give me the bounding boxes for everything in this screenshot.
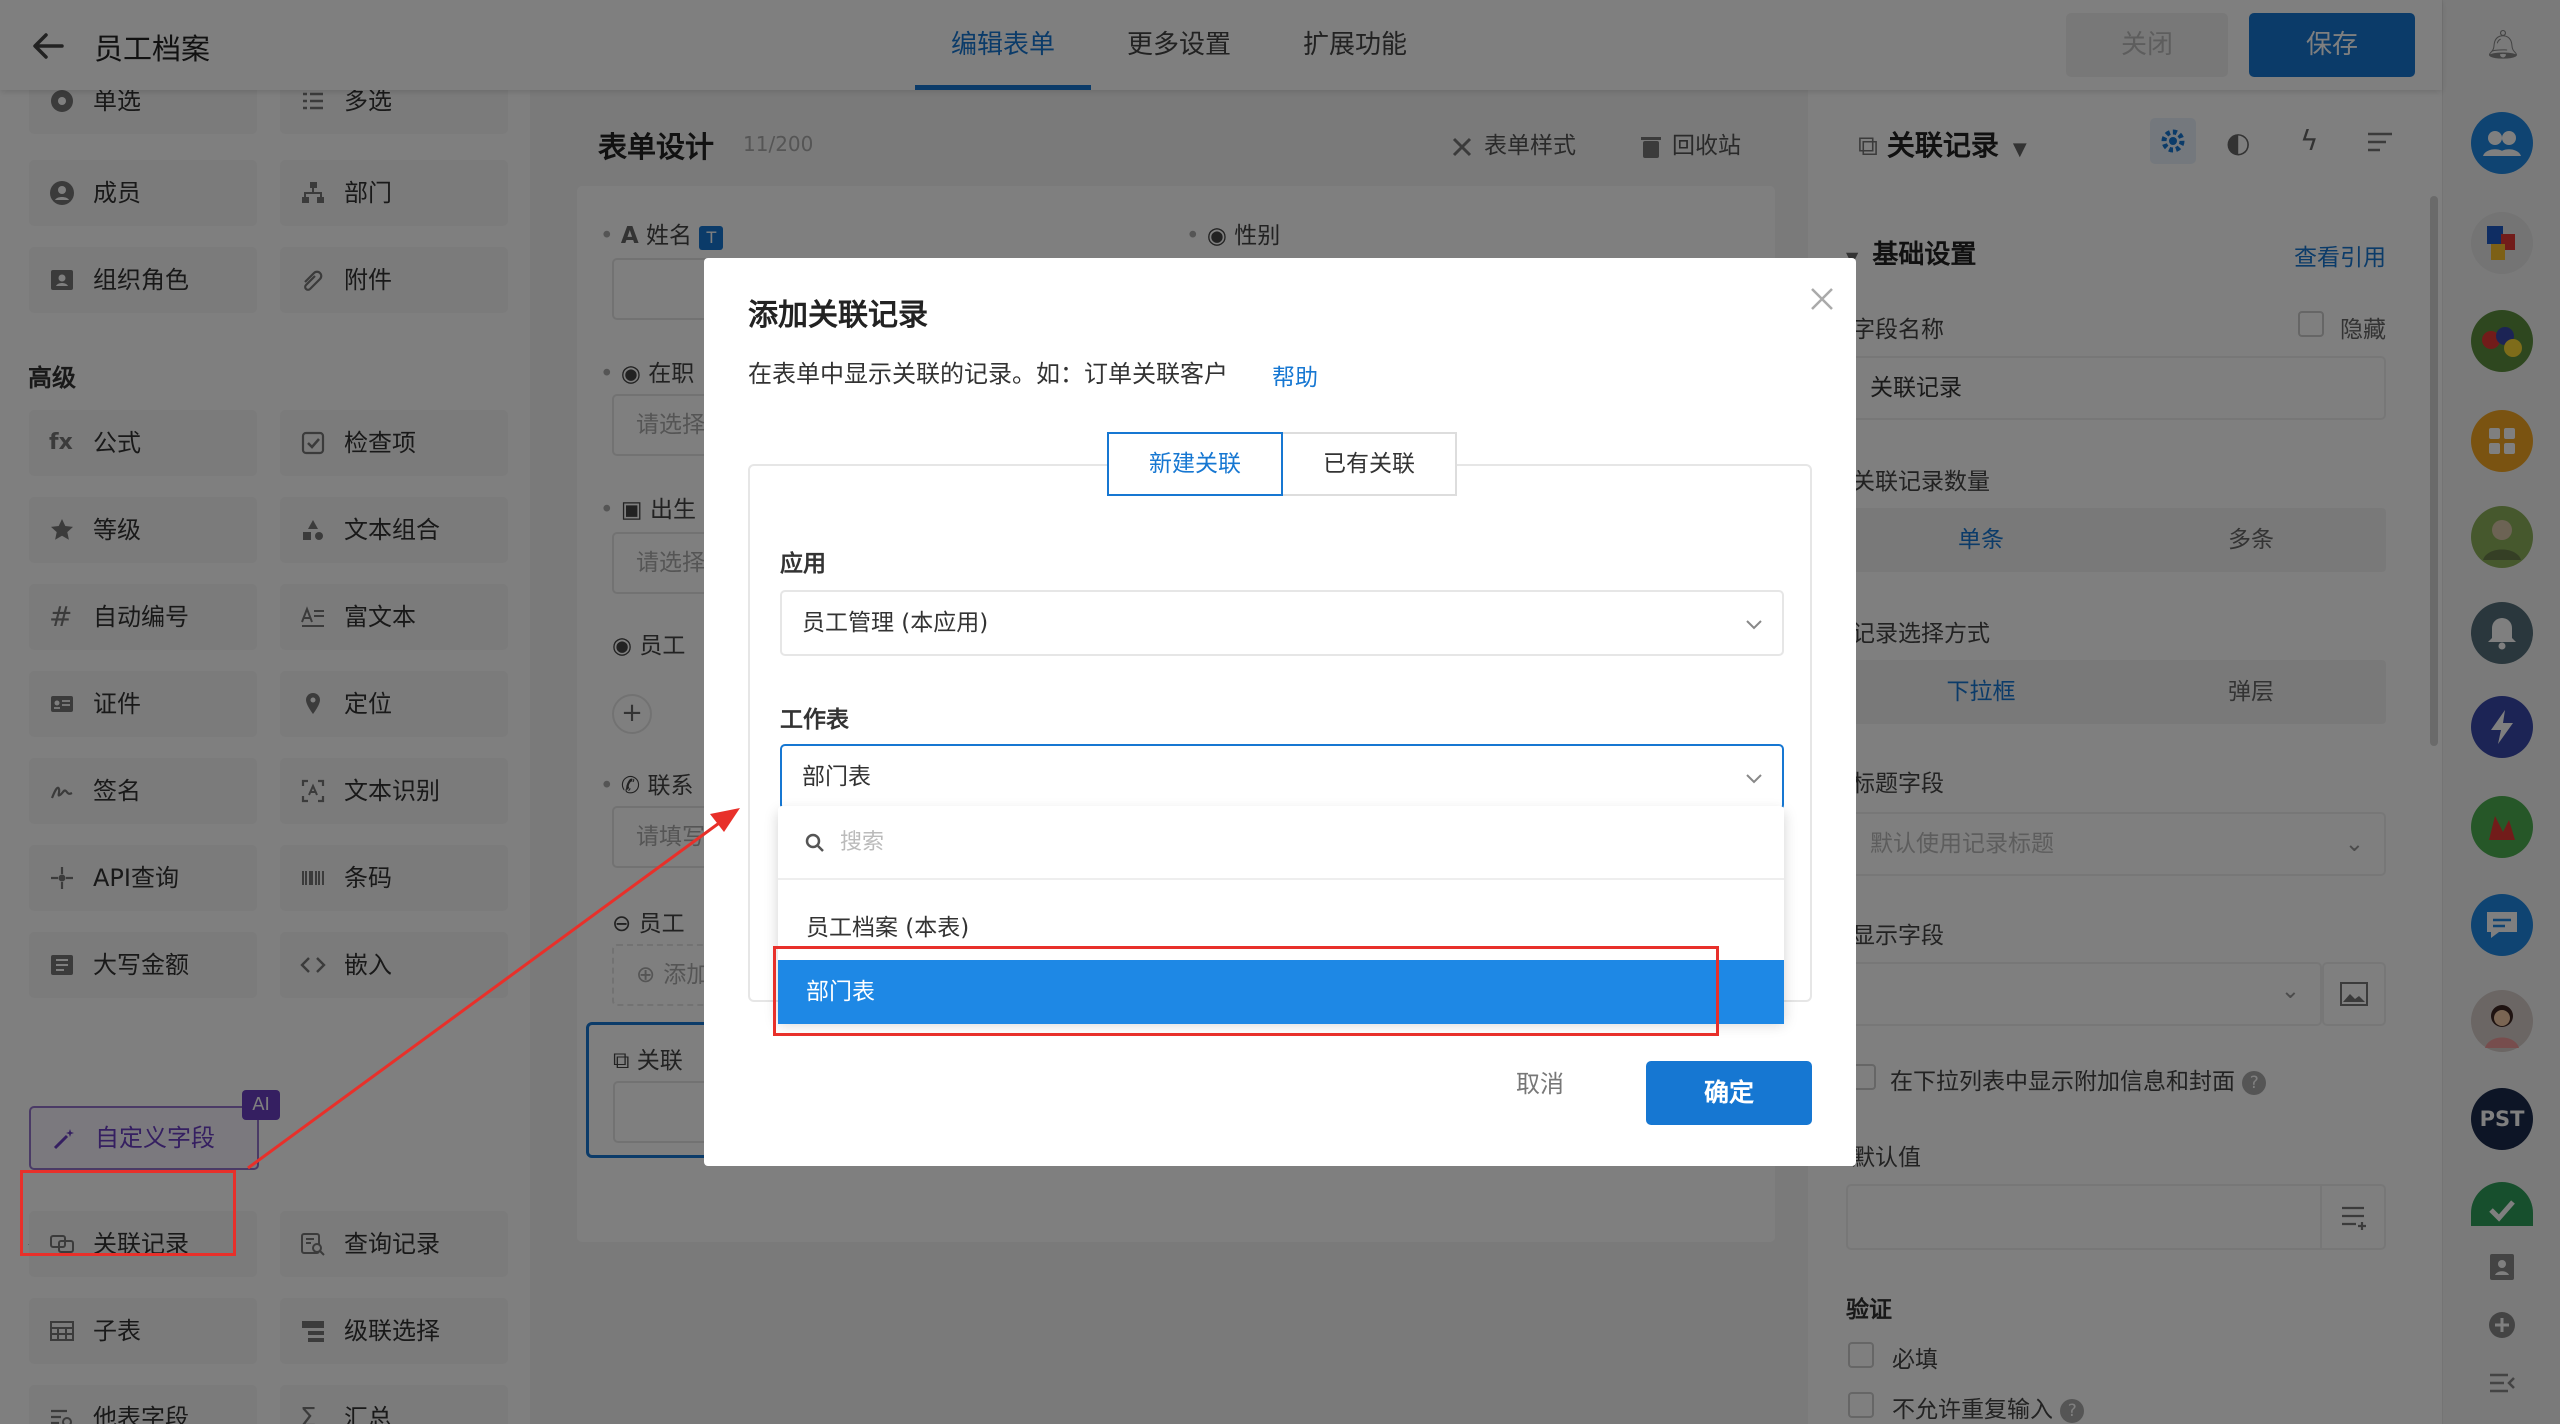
annotation-arrow bbox=[247, 808, 740, 1170]
